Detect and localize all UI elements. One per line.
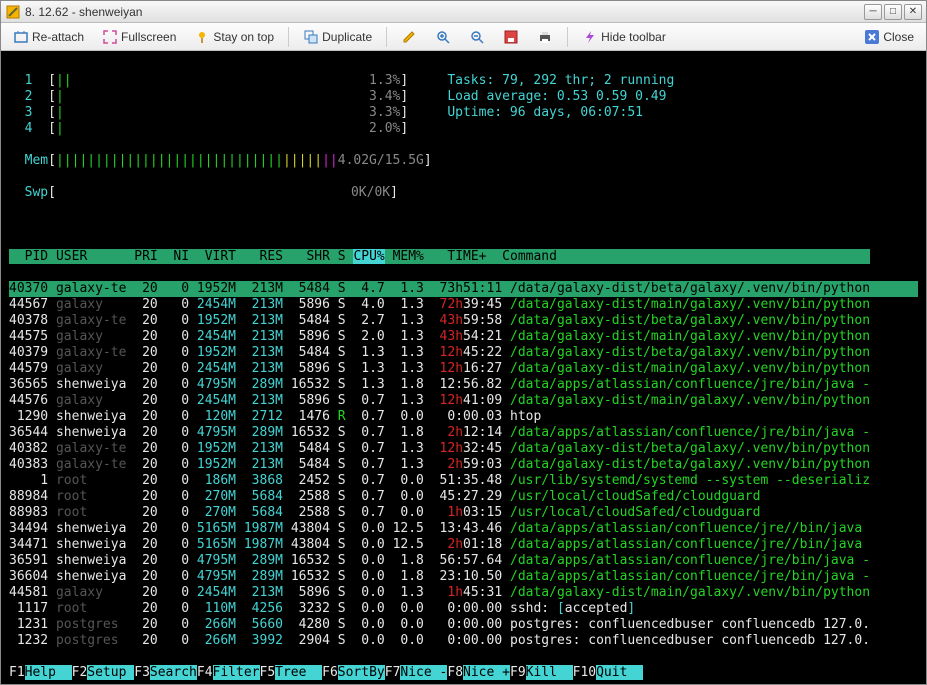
print-button[interactable] xyxy=(531,26,559,48)
table-row[interactable]: 1117 root 20 0 110M 4256 3232 S 0.0 0.0 … xyxy=(9,601,918,617)
mem-text: 4.02G/15.5G xyxy=(338,153,424,168)
duplicate-icon xyxy=(303,29,319,45)
table-row[interactable]: 34471 shenweiya 20 0 5165M 1987M 43804 S… xyxy=(9,537,918,553)
header-row[interactable]: PID USER PRI NI VIRT RES SHR S CPU% MEM%… xyxy=(9,249,918,265)
table-row[interactable]: 36604 shenweiya 20 0 4795M 289M 16532 S … xyxy=(9,569,918,585)
toolbar-separator xyxy=(386,27,387,47)
pencil-icon xyxy=(401,29,417,45)
table-row[interactable]: 40382 galaxy-te 20 0 1952M 213M 5484 S 0… xyxy=(9,441,918,457)
minimize-button[interactable]: ─ xyxy=(864,4,882,20)
swp-text: 0K/0K xyxy=(351,185,390,200)
printer-icon xyxy=(537,29,553,45)
zoom-in-icon xyxy=(435,29,451,45)
table-row[interactable]: 1290 shenweiya 20 0 120M 2712 1476 R 0.7… xyxy=(9,409,918,425)
toolbar-close-button[interactable]: Close xyxy=(858,26,920,48)
hide-toolbar-label: Hide toolbar xyxy=(601,30,666,44)
duplicate-label: Duplicate xyxy=(322,30,372,44)
table-row[interactable]: 40379 galaxy-te 20 0 1952M 213M 5484 S 1… xyxy=(9,345,918,361)
close-label: Close xyxy=(883,30,914,44)
table-row[interactable]: 34494 shenweiya 20 0 5165M 1987M 43804 S… xyxy=(9,521,918,537)
table-row[interactable]: 40383 galaxy-te 20 0 1952M 213M 5484 S 0… xyxy=(9,457,918,473)
zoom-in-button[interactable] xyxy=(429,26,457,48)
sort-column-cpu[interactable]: CPU% xyxy=(353,249,384,264)
toolbar: Re-attach Fullscreen Stay on top Duplica… xyxy=(1,23,926,51)
table-row[interactable]: 1231 postgres 20 0 266M 5660 4280 S 0.0 … xyxy=(9,617,918,633)
app-window: 8. 12.62 - shenweiyan ─ □ ✕ Re-attach Fu… xyxy=(0,0,927,685)
table-row[interactable]: 36544 shenweiya 20 0 4795M 289M 16532 S … xyxy=(9,425,918,441)
table-row[interactable]: 36565 shenweiya 20 0 4795M 289M 16532 S … xyxy=(9,377,918,393)
zoom-out-icon xyxy=(469,29,485,45)
duplicate-button[interactable]: Duplicate xyxy=(297,26,378,48)
table-row[interactable]: 88984 root 20 0 270M 5684 2588 S 0.7 0.0… xyxy=(9,489,918,505)
table-row[interactable]: 1232 postgres 20 0 266M 3992 2904 S 0.0 … xyxy=(9,633,918,649)
mem-label: Mem xyxy=(25,153,48,168)
table-row[interactable]: 40378 galaxy-te 20 0 1952M 213M 5484 S 2… xyxy=(9,313,918,329)
table-row[interactable]: 44575 galaxy 20 0 2454M 213M 5896 S 2.0 … xyxy=(9,329,918,345)
reattach-icon xyxy=(13,29,29,45)
close-x-icon xyxy=(864,29,880,45)
floppy-icon xyxy=(503,29,519,45)
terminal[interactable]: 1 [|| 1.3%] Tasks: 79, 292 thr; 2 runnin… xyxy=(1,51,926,684)
table-row[interactable]: 40370 galaxy-te 20 0 1952M 213M 5484 S 4… xyxy=(9,281,918,297)
table-row[interactable]: 36591 shenweiya 20 0 4795M 289M 16532 S … xyxy=(9,553,918,569)
cpu-meter-4: 4 [| 2.0%] xyxy=(9,121,918,137)
app-icon xyxy=(5,4,21,20)
reattach-label: Re-attach xyxy=(32,30,84,44)
stayontop-button[interactable]: Stay on top xyxy=(188,26,280,48)
fullscreen-button[interactable]: Fullscreen xyxy=(96,26,182,48)
stayontop-label: Stay on top xyxy=(213,30,274,44)
hide-toolbar-button[interactable]: Hide toolbar xyxy=(576,26,672,48)
pin-icon xyxy=(194,29,210,45)
table-row[interactable]: 44567 galaxy 20 0 2454M 213M 5896 S 4.0 … xyxy=(9,297,918,313)
table-row[interactable]: 44576 galaxy 20 0 2454M 213M 5896 S 0.7 … xyxy=(9,393,918,409)
window-title: 8. 12.62 - shenweiyan xyxy=(25,5,864,19)
fullscreen-icon xyxy=(102,29,118,45)
cpu-meter-2: 2 [| 3.4%] Load average: 0.53 0.59 0.49 xyxy=(9,89,918,105)
table-row[interactable]: 44579 galaxy 20 0 2454M 213M 5896 S 1.3 … xyxy=(9,361,918,377)
lightning-icon xyxy=(582,29,598,45)
process-list[interactable]: 40370 galaxy-te 20 0 1952M 213M 5484 S 4… xyxy=(9,281,918,649)
fullscreen-label: Fullscreen xyxy=(121,30,176,44)
table-row[interactable]: 1 root 20 0 186M 3868 2452 S 0.7 0.0 51:… xyxy=(9,473,918,489)
cpu-meter-3: 3 [| 3.3%] Uptime: 96 days, 06:07:51 xyxy=(9,105,918,121)
swp-label: Swp xyxy=(25,185,48,200)
close-button[interactable]: ✕ xyxy=(904,4,922,20)
cpu-meter-1: 1 [|| 1.3%] Tasks: 79, 292 thr; 2 runnin… xyxy=(9,73,918,89)
edit-button[interactable] xyxy=(395,26,423,48)
toolbar-separator xyxy=(288,27,289,47)
zoom-out-button[interactable] xyxy=(463,26,491,48)
function-bar[interactable]: F1Help F2Setup F3SearchF4FilterF5Tree F6… xyxy=(9,665,918,681)
table-row[interactable]: 88983 root 20 0 270M 5684 2588 S 0.7 0.0… xyxy=(9,505,918,521)
maximize-button[interactable]: □ xyxy=(884,4,902,20)
titlebar[interactable]: 8. 12.62 - shenweiyan ─ □ ✕ xyxy=(1,1,926,23)
save-button[interactable] xyxy=(497,26,525,48)
reattach-button[interactable]: Re-attach xyxy=(7,26,90,48)
toolbar-separator xyxy=(567,27,568,47)
table-row[interactable]: 44581 galaxy 20 0 2454M 213M 5896 S 0.0 … xyxy=(9,585,918,601)
